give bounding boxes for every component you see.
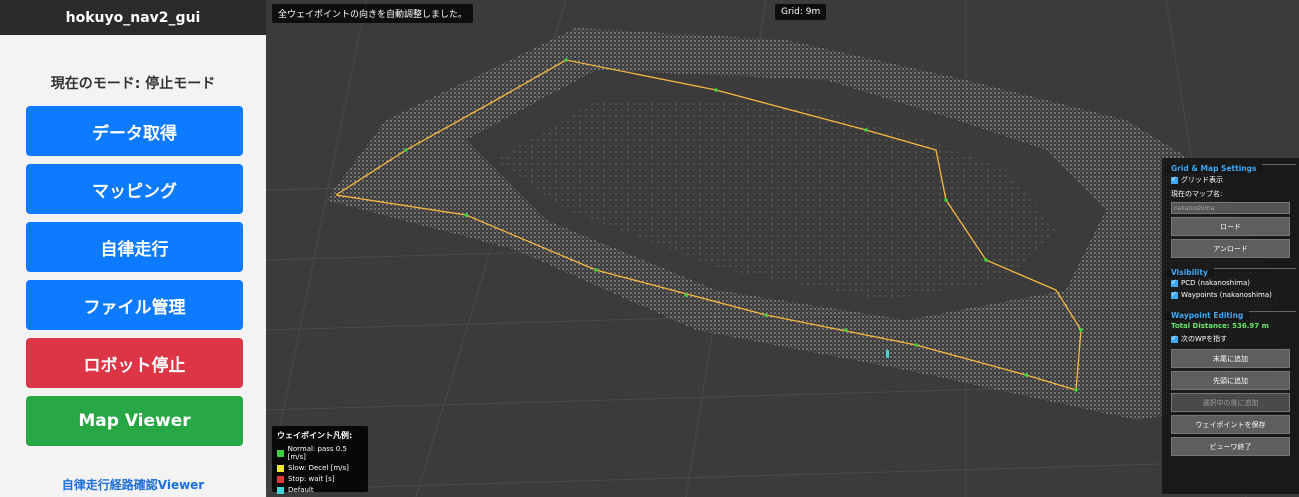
save-waypoints-button[interactable]: ウェイポイントを保存 — [1171, 415, 1290, 434]
unload-button[interactable]: アンロード — [1171, 239, 1290, 258]
legend-item-normal: Normal: pass 0.5 [m/s] — [277, 445, 363, 461]
map-name-label: 現在のマップ名: — [1171, 190, 1223, 198]
legend-swatch-slow — [277, 464, 284, 472]
legend-label-stop: Stop: wait [s] — [288, 475, 335, 483]
data-acquisition-button[interactable]: データ取得 — [26, 106, 243, 156]
pcd-visibility-checkbox[interactable]: PCD (nakanoshima) — [1165, 277, 1296, 289]
grid-display-checkbox[interactable]: グリッド表示 — [1165, 173, 1296, 187]
total-distance: Total Distance: 536.97 m — [1171, 322, 1269, 330]
legend-swatch-stop — [277, 475, 284, 483]
point-next-wp-checkbox[interactable]: 次のWPを指す — [1165, 332, 1296, 346]
grid-size-label: Grid: 9m — [775, 4, 827, 20]
waypoints-visibility-label: Waypoints (nakanoshima) — [1181, 291, 1272, 299]
legend-label-slow: Slow: Decel [m/s] — [288, 464, 349, 472]
waypoint-editing-section: Waypoint Editing Total Distance: 536.97 … — [1165, 311, 1296, 456]
app-root: hokuyo_nav2_gui 現在のモード: 停止モード データ取得 マッピン… — [0, 0, 1299, 497]
map-viewer-canvas[interactable]: 全ウェイポイントの向きを自動調整しました。 Grid: 9m ウェイポイント凡例… — [266, 0, 1299, 497]
legend-title: ウェイポイント凡例: — [277, 431, 353, 440]
sidebar: hokuyo_nav2_gui 現在のモード: 停止モード データ取得 マッピン… — [0, 0, 266, 497]
visibility-section: Visibility PCD (nakanoshima) Waypoints (… — [1165, 268, 1296, 301]
add-after-selected-button[interactable]: 選択中の後に追加 — [1171, 393, 1290, 412]
exit-viewer-button[interactable]: ビューワ終了 — [1171, 437, 1290, 456]
load-button[interactable]: ロード — [1171, 217, 1290, 236]
legend-item-slow: Slow: Decel [m/s] — [277, 464, 363, 472]
legend-label-normal: Normal: pass 0.5 [m/s] — [287, 445, 347, 461]
pcd-check-icon[interactable] — [1171, 278, 1178, 287]
add-start-button[interactable]: 先頭に追加 — [1171, 371, 1290, 390]
autonomous-button[interactable]: 自律走行 — [26, 222, 243, 272]
legend-item-default: Default — [277, 486, 363, 494]
waypoint-editing-title: Waypoint Editing — [1165, 311, 1250, 320]
control-panel: Grid & Map Settings グリッド表示 現在のマップ名: naka… — [1162, 158, 1299, 494]
file-management-button[interactable]: ファイル管理 — [26, 280, 243, 330]
grid-map-settings-section: Grid & Map Settings グリッド表示 現在のマップ名: naka… — [1165, 164, 1296, 258]
legend-label-default: Default — [288, 486, 314, 494]
grid-map-settings-title: Grid & Map Settings — [1165, 164, 1263, 173]
legend-swatch-default — [277, 486, 284, 494]
grid-display-check-icon[interactable] — [1171, 175, 1178, 184]
status-message: 全ウェイポイントの向きを自動調整しました。 — [272, 4, 474, 23]
app-title: hokuyo_nav2_gui — [0, 0, 266, 35]
legend-swatch-normal — [277, 449, 284, 457]
point-next-check-icon[interactable] — [1171, 334, 1178, 343]
map-name-input[interactable]: nakanoshima — [1171, 202, 1290, 214]
visibility-title: Visibility — [1165, 268, 1214, 277]
route-viewer-link[interactable]: 自律走行経路確認Viewer — [0, 476, 266, 493]
point-cloud-scene[interactable] — [266, 0, 1299, 497]
legend-item-stop: Stop: wait [s] — [277, 475, 363, 483]
waypoint-legend: ウェイポイント凡例: Normal: pass 0.5 [m/s] Slow: … — [272, 426, 368, 494]
add-end-button[interactable]: 末尾に追加 — [1171, 349, 1290, 368]
mapping-button[interactable]: マッピング — [26, 164, 243, 214]
current-mode-text: 現在のモード: 停止モード — [50, 76, 216, 92]
waypoints-visibility-checkbox[interactable]: Waypoints (nakanoshima) — [1165, 289, 1296, 301]
pcd-visibility-label: PCD (nakanoshima) — [1181, 279, 1250, 287]
grid-display-label: グリッド表示 — [1181, 176, 1223, 184]
point-next-wp-label: 次のWPを指す — [1181, 335, 1228, 343]
robot-stop-button[interactable]: ロボット停止 — [26, 338, 243, 388]
map-viewer-button[interactable]: Map Viewer — [26, 396, 243, 446]
waypoints-check-icon[interactable] — [1171, 290, 1178, 299]
